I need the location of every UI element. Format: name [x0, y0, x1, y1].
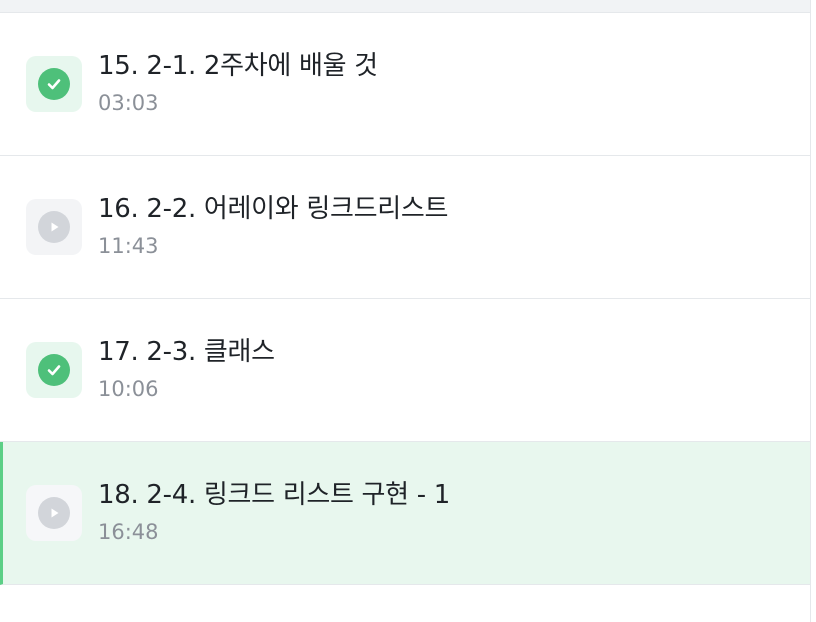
lesson-status-completed: [26, 56, 82, 112]
play-icon: [38, 211, 70, 243]
lesson-duration: 11:43: [98, 234, 159, 258]
lesson-item[interactable]: 17. 2-3. 클래스 10:06: [0, 299, 810, 442]
check-icon: [38, 68, 70, 100]
lesson-duration: 03:03: [98, 91, 159, 115]
lesson-status-completed: [26, 342, 82, 398]
lesson-duration: 10:06: [98, 377, 159, 401]
scrollbar-track[interactable]: [810, 0, 816, 622]
lesson-status-not-started: [26, 485, 82, 541]
check-icon: [38, 354, 70, 386]
lesson-title: 17. 2-3. 클래스: [98, 337, 275, 367]
lesson-duration: 16:48: [98, 520, 159, 544]
lesson-item-active[interactable]: 18. 2-4. 링크드 리스트 구현 - 1 16:48: [0, 442, 810, 585]
lesson-title: 16. 2-2. 어레이와 링크드리스트: [98, 194, 449, 224]
lesson-list: 15. 2-1. 2주차에 배울 것 03:03 16. 2-2. 어레이와 링…: [0, 13, 810, 585]
lesson-status-not-started: [26, 199, 82, 255]
lesson-title: 15. 2-1. 2주차에 배울 것: [98, 51, 378, 81]
lesson-item[interactable]: 15. 2-1. 2주차에 배울 것 03:03: [0, 13, 810, 156]
lesson-item[interactable]: 16. 2-2. 어레이와 링크드리스트 11:43: [0, 156, 810, 299]
play-icon: [38, 497, 70, 529]
list-top-divider: [0, 0, 810, 13]
lesson-title: 18. 2-4. 링크드 리스트 구현 - 1: [98, 480, 451, 510]
